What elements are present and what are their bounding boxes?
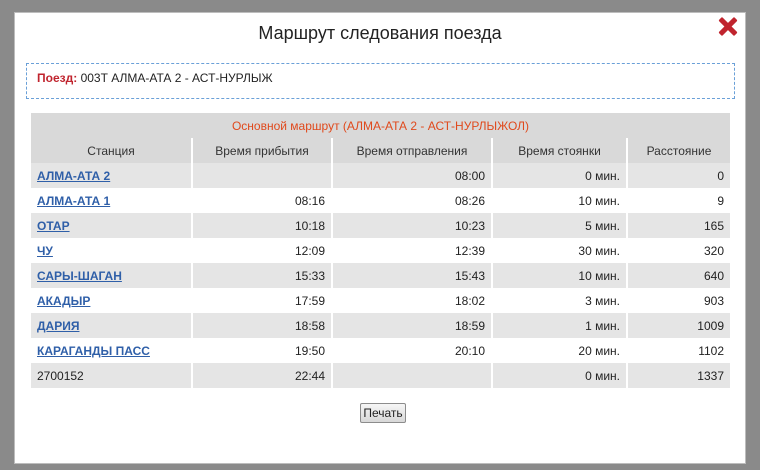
- stop-time-cell: 10 мин.: [491, 188, 627, 213]
- table-row: АЛМА-АТА 2 08:00 0 мин. 0: [31, 163, 730, 188]
- distance-cell: 9: [626, 188, 730, 213]
- station-link[interactable]: АЛМА-АТА 1: [37, 194, 110, 208]
- stop-time-cell: 5 мин.: [491, 213, 627, 238]
- station-cell: САРЫ-ШАГАН: [31, 263, 192, 288]
- arrival-time-cell: 15:33: [191, 263, 332, 288]
- close-x-icon[interactable]: [717, 15, 739, 37]
- table-row: КАРАГАНДЫ ПАСС 19:50 20:10 20 мин. 1102: [31, 338, 730, 363]
- station-link[interactable]: ОТАР: [37, 219, 70, 233]
- table-row: 2700152 22:44 0 мин. 1337: [31, 363, 730, 388]
- table-row: ЧУ 12:09 12:39 30 мин. 320: [31, 238, 730, 263]
- dialog-title: Маршрут следования поезда: [258, 23, 502, 43]
- departure-time-cell: 18:59: [331, 313, 492, 338]
- station-cell: АЛМА-АТА 2: [31, 163, 192, 188]
- route-dialog: Маршрут следования поезда Поезд: 003Т АЛ…: [14, 12, 746, 464]
- stop-time-cell: 30 мин.: [491, 238, 627, 263]
- distance-cell: 903: [626, 288, 730, 313]
- departure-time-cell: 12:39: [331, 238, 492, 263]
- column-header-stop-time: Время стоянки: [491, 138, 627, 163]
- print-button[interactable]: Печать: [360, 403, 406, 423]
- table-row: ОТАР 10:18 10:23 5 мин. 165: [31, 213, 730, 238]
- distance-cell: 0: [626, 163, 730, 188]
- arrival-time-cell: 12:09: [191, 238, 332, 263]
- distance-cell: 1102: [626, 338, 730, 363]
- departure-time-cell: [331, 363, 492, 388]
- column-header-departure: Время отправления: [331, 138, 492, 163]
- stop-time-cell: 3 мин.: [491, 288, 627, 313]
- train-value: 003Т АЛМА-АТА 2 - АСТ-НУРЛЫЖ: [80, 71, 273, 85]
- station-name: 2700152: [37, 368, 84, 383]
- departure-time-cell: 15:43: [331, 263, 492, 288]
- distance-cell: 1009: [626, 313, 730, 338]
- distance-cell: 165: [626, 213, 730, 238]
- arrival-time-cell: 22:44: [191, 363, 332, 388]
- stop-time-cell: 1 мин.: [491, 313, 627, 338]
- station-cell: ДАРИЯ: [31, 313, 192, 338]
- table-row: САРЫ-ШАГАН 15:33 15:43 10 мин. 640: [31, 263, 730, 288]
- station-cell: ОТАР: [31, 213, 192, 238]
- route-rows: АЛМА-АТА 2 08:00 0 мин. 0 АЛМА-АТА 1 08:16 08:…: [31, 163, 730, 388]
- departure-time-cell: 10:23: [331, 213, 492, 238]
- table-header-row: Станция Время прибытия Время отправления…: [31, 138, 730, 163]
- route-title: Основной маршрут (АЛМА-АТА 2 - АСТ-НУРЛЫ…: [31, 113, 730, 138]
- stop-time-cell: 0 мин.: [491, 163, 627, 188]
- column-header-arrival: Время прибытия: [191, 138, 332, 163]
- departure-time-cell: 20:10: [331, 338, 492, 363]
- route-table: Основной маршрут (АЛМА-АТА 2 - АСТ-НУРЛЫ…: [31, 113, 730, 388]
- distance-cell: 1337: [626, 363, 730, 388]
- stop-time-cell: 0 мин.: [491, 363, 627, 388]
- table-row: АЛМА-АТА 1 08:16 08:26 10 мин. 9: [31, 188, 730, 213]
- station-cell: АКАДЫР: [31, 288, 192, 313]
- station-link[interactable]: САРЫ-ШАГАН: [37, 269, 122, 283]
- arrival-time-cell: 08:16: [191, 188, 332, 213]
- stop-time-cell: 10 мин.: [491, 263, 627, 288]
- distance-cell: 640: [626, 263, 730, 288]
- stop-time-cell: 20 мин.: [491, 338, 627, 363]
- departure-time-cell: 18:02: [331, 288, 492, 313]
- column-header-distance: Расстояние: [626, 138, 730, 163]
- station-link[interactable]: АКАДЫР: [37, 294, 90, 308]
- arrival-time-cell: 17:59: [191, 288, 332, 313]
- station-link[interactable]: КАРАГАНДЫ ПАСС: [37, 344, 150, 358]
- station-link[interactable]: АЛМА-АТА 2: [37, 169, 110, 183]
- arrival-time-cell: [191, 163, 332, 188]
- departure-time-cell: 08:00: [331, 163, 492, 188]
- station-link[interactable]: ДАРИЯ: [37, 319, 79, 333]
- station-cell: 2700152: [31, 363, 192, 388]
- station-link[interactable]: ЧУ: [37, 244, 53, 258]
- route-title-row: Основной маршрут (АЛМА-АТА 2 - АСТ-НУРЛЫ…: [31, 113, 730, 138]
- arrival-time-cell: 18:58: [191, 313, 332, 338]
- table-row: ДАРИЯ 18:58 18:59 1 мин. 1009: [31, 313, 730, 338]
- station-cell: КАРАГАНДЫ ПАСС: [31, 338, 192, 363]
- train-info-box: Поезд: 003Т АЛМА-АТА 2 - АСТ-НУРЛЫЖ: [26, 63, 735, 99]
- departure-time-cell: 08:26: [331, 188, 492, 213]
- station-cell: АЛМА-АТА 1: [31, 188, 192, 213]
- train-label: Поезд:: [37, 71, 78, 85]
- arrival-time-cell: 10:18: [191, 213, 332, 238]
- table-row: АКАДЫР 17:59 18:02 3 мин. 903: [31, 288, 730, 313]
- column-header-station: Станция: [31, 138, 192, 163]
- arrival-time-cell: 19:50: [191, 338, 332, 363]
- station-cell: ЧУ: [31, 238, 192, 263]
- distance-cell: 320: [626, 238, 730, 263]
